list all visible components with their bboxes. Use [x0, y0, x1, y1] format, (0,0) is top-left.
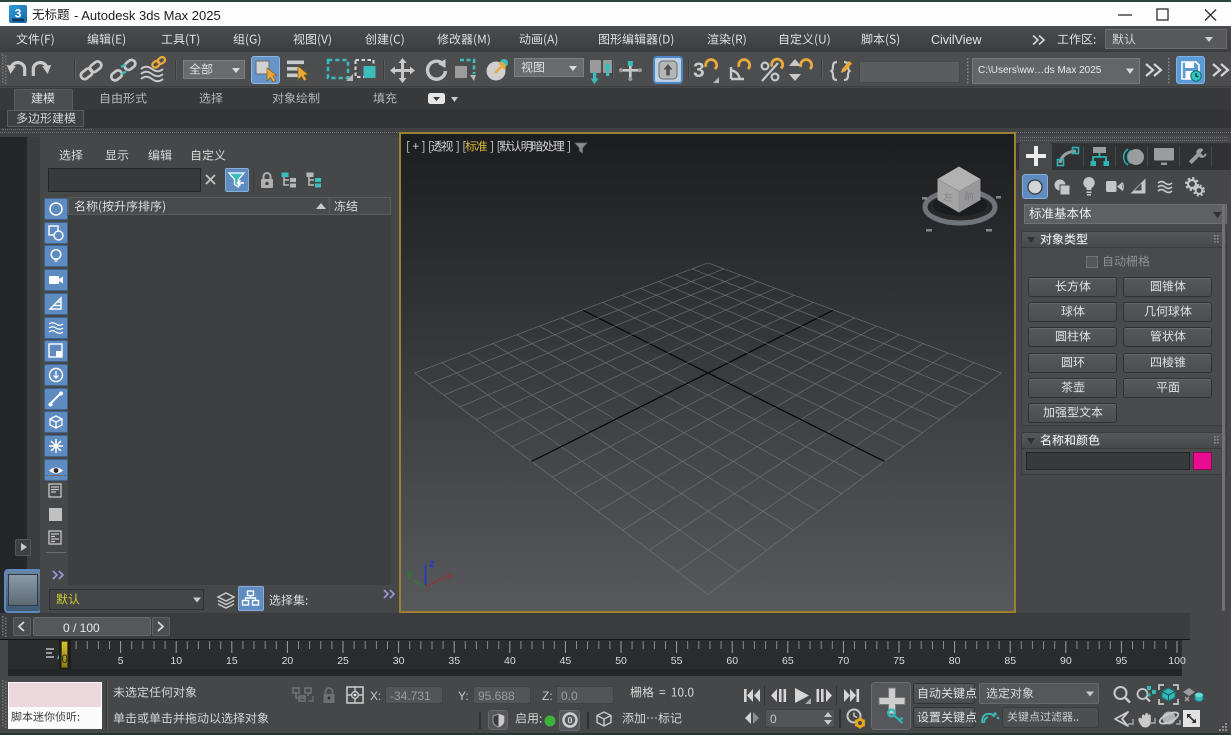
svg-text:x: x [446, 570, 452, 582]
svg-text:3: 3 [693, 59, 705, 82]
svg-text:0: 0 [567, 715, 572, 725]
svg-text:3: 3 [15, 7, 22, 21]
svg-text:y: y [407, 568, 413, 580]
svg-text:z: z [429, 558, 435, 570]
